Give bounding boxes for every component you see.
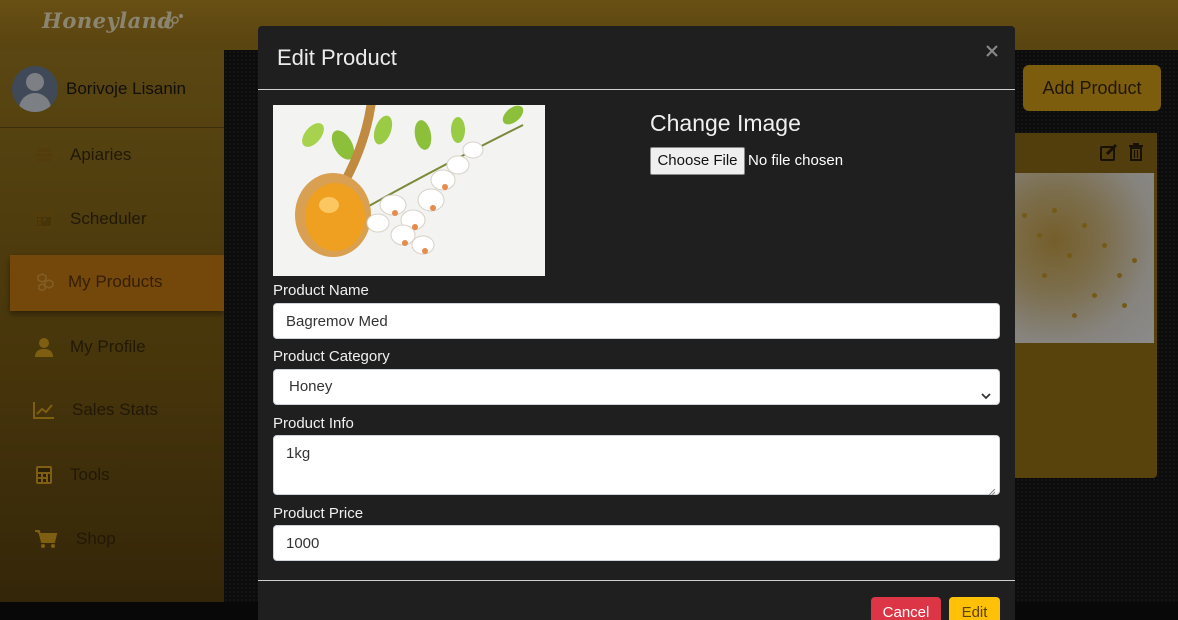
product-info-label: Product Info	[273, 415, 354, 432]
product-price-input[interactable]	[273, 525, 1000, 561]
chevron-down-icon	[981, 380, 991, 400]
product-info-textarea[interactable]: 1kg	[273, 435, 1000, 496]
product-category-label: Product Category	[273, 348, 390, 365]
product-info-value: 1kg	[286, 445, 311, 462]
file-status: No file chosen	[748, 152, 844, 169]
product-price-label: Product Price	[273, 505, 364, 522]
close-icon[interactable]	[985, 44, 1001, 60]
cancel-button[interactable]: Cancel	[871, 597, 941, 620]
selected-category: Honey	[289, 378, 333, 395]
choose-file-button[interactable]: Choose File	[650, 147, 745, 175]
edit-button[interactable]: Edit	[949, 597, 1000, 620]
change-image-label: Change Image	[650, 110, 801, 136]
modal-title: Edit Product	[277, 45, 397, 70]
product-image	[273, 105, 545, 276]
modal-footer-divider	[258, 580, 1015, 581]
modal-header-divider	[258, 89, 1015, 90]
product-category-select[interactable]: Honey	[273, 369, 1000, 405]
product-name-label: Product Name	[273, 282, 369, 299]
resize-grip-icon[interactable]	[988, 483, 996, 496]
product-name-input[interactable]	[273, 303, 1000, 339]
edit-product-modal: Edit Product Change Image Choose File No…	[258, 26, 1015, 620]
